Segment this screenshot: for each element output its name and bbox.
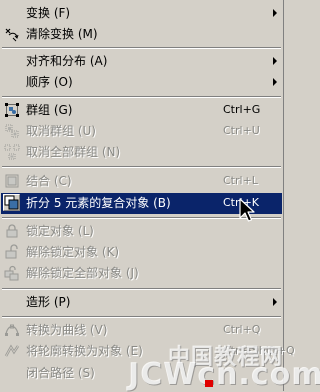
- menu-item-label: 造形 (P): [26, 295, 71, 309]
- menu-item-unlock-all[interactable]: 解除锁定全部对象 (J): [1, 263, 282, 284]
- menu-item-combine[interactable]: 结合 (C) Ctrl+L: [1, 171, 282, 192]
- menu-item-shaping[interactable]: 造形 (P): [1, 292, 282, 313]
- menu-item-label: 转换为曲线 (V): [26, 323, 108, 337]
- lock-icon: [4, 223, 20, 239]
- menu-item-shortcut: Ctrl+G: [223, 103, 261, 116]
- menu-separator: [2, 47, 281, 49]
- menu-item-label: 折分 5 元素的复合对象 (B): [26, 196, 171, 210]
- menu-item-shortcut: Ctrl+Q: [223, 323, 261, 336]
- outline-to-object-icon: [4, 343, 20, 359]
- menu-item-label: 结合 (C): [26, 174, 72, 188]
- menu-item-order[interactable]: 顺序 (O): [1, 72, 282, 93]
- arrange-menu: 变换 (F) 清除变换 (M) 对齐和分布 (A) 顺序 (O) 群组 (G) …: [0, 0, 295, 391]
- convert-to-curves-icon: [4, 322, 20, 338]
- menu-item-label: 取消群组 (U): [26, 124, 96, 138]
- menu-item-label: 解除锁定对象 (K): [26, 245, 120, 259]
- menu-item-shortcut: Ctrl+Shift+Q: [223, 344, 295, 357]
- menu-item-shortcut: Ctrl+L: [223, 174, 258, 187]
- menu-item-label: 顺序 (O): [26, 75, 73, 89]
- clear-transform-icon: [4, 26, 20, 42]
- menu-item-align-distribute[interactable]: 对齐和分布 (A): [1, 51, 282, 72]
- group-icon: [4, 102, 20, 118]
- menu-separator: [2, 166, 281, 168]
- menu-separator: [2, 288, 281, 290]
- menu-item-label: 群组 (G): [26, 103, 73, 117]
- menu-item-label: 清除变换 (M): [26, 27, 98, 41]
- menu-item-label: 解除锁定全部对象 (J): [26, 266, 139, 280]
- unlock-all-icon: [4, 265, 20, 281]
- submenu-arrow-icon: [273, 9, 277, 17]
- menu-item-ungroup[interactable]: 取消群组 (U) Ctrl+U: [1, 121, 282, 142]
- submenu-arrow-icon: [273, 298, 277, 306]
- menu-item-label: 取消全部群组 (N): [26, 145, 121, 159]
- menu-item-shortcut: Ctrl+U: [223, 124, 260, 137]
- unlock-icon: [4, 244, 20, 260]
- mouse-cursor-icon: [239, 198, 259, 226]
- menu-item-transform[interactable]: 变换 (F): [1, 3, 282, 24]
- ungroup-all-icon: [4, 144, 20, 160]
- submenu-arrow-icon: [273, 57, 277, 65]
- menu-item-label: 变换 (F): [26, 6, 71, 20]
- break-apart-icon: [3, 194, 20, 211]
- menu-item-ungroup-all[interactable]: 取消全部群组 (N): [1, 142, 282, 163]
- menu-item-clear-transform[interactable]: 清除变换 (M): [1, 24, 282, 45]
- menu-item-label: 锁定对象 (L): [26, 224, 94, 238]
- menu-item-label: 闭合路径 (S): [26, 366, 95, 380]
- menu-item-label: 对齐和分布 (A): [26, 54, 108, 68]
- combine-icon: [4, 173, 20, 189]
- submenu-arrow-icon: [273, 78, 277, 86]
- menu-item-group[interactable]: 群组 (G) Ctrl+G: [1, 100, 282, 121]
- menu-separator: [2, 316, 281, 318]
- menu-item-label: 将轮廓转换为对象 (E): [26, 344, 143, 358]
- menu-item-close-path[interactable]: 闭合路径 (S): [1, 363, 282, 384]
- menu-item-unlock-object[interactable]: 解除锁定对象 (K): [1, 242, 282, 263]
- menu-item-convert-to-curves[interactable]: 转换为曲线 (V) Ctrl+Q: [1, 320, 282, 341]
- ungroup-icon: [4, 123, 20, 139]
- menu-item-convert-outline[interactable]: 将轮廓转换为对象 (E) Ctrl+Shift+Q: [1, 341, 295, 362]
- menu-separator: [2, 96, 281, 98]
